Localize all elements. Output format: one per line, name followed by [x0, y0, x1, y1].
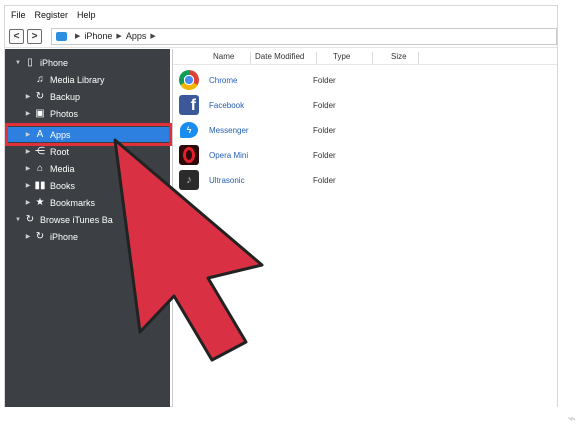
sidebar-item-label: Bookmarks — [50, 197, 96, 208]
opera-icon — [179, 145, 199, 165]
table-row[interactable]: Opera Mini Folder — [179, 144, 336, 166]
row-type: Folder — [313, 75, 336, 85]
logo-watermark: ⌁ — [567, 411, 576, 427]
backup-icon: ↻ — [35, 91, 45, 102]
messenger-icon: ϟ — [179, 120, 199, 140]
sidebar-item-iphone-backup[interactable]: ▶ ↻ iPhone — [23, 229, 78, 244]
facebook-icon: f — [179, 95, 199, 115]
column-date-modified[interactable]: Date Modified — [251, 52, 317, 64]
books-icon: ▮▮ — [34, 180, 46, 191]
menu-register[interactable]: Register — [35, 10, 69, 20]
chevron-right-icon[interactable]: ▶ — [23, 93, 33, 100]
sidebar-item-iphone[interactable]: ▼ ▯ iPhone — [13, 55, 68, 70]
chevron-right-icon: ▶ — [75, 33, 81, 40]
chevron-right-icon[interactable]: ▶ — [23, 148, 33, 155]
root-icon: ⋲ — [35, 146, 45, 157]
row-name: Messenger — [209, 125, 249, 135]
chevron-down-icon[interactable]: ▼ — [13, 60, 23, 66]
column-type[interactable]: Type — [317, 52, 373, 64]
sidebar-item-label: Photos — [50, 108, 79, 119]
app-window: File Register Help < > ▶ iPhone ▶ Apps ▶… — [4, 5, 558, 407]
sidebar-item-label: iPhone — [40, 57, 69, 68]
chevron-right-icon[interactable]: ▶ — [23, 233, 33, 240]
row-name: Chrome — [209, 75, 238, 85]
row-name: Opera Mini — [209, 150, 249, 160]
row-type: Folder — [313, 125, 336, 135]
column-size[interactable]: Size — [373, 52, 419, 64]
sidebar-item-media[interactable]: ▶ ⌂ Media — [23, 161, 75, 176]
sidebar-item-root[interactable]: ▶ ⋲ Root — [23, 144, 69, 159]
photo-icon: ▣ — [35, 108, 45, 119]
menu-help[interactable]: Help — [77, 10, 96, 20]
itunes-icon: ↻ — [25, 214, 35, 225]
chrome-icon — [179, 70, 199, 90]
sidebar-item-label: Books — [50, 180, 76, 191]
sidebar-item-label: Root — [50, 146, 70, 157]
backup-icon: ↻ — [35, 231, 45, 242]
chevron-right-icon[interactable]: ▶ — [23, 182, 33, 189]
address-bar: < > ▶ iPhone ▶ Apps ▶ — [5, 25, 557, 48]
sidebar-item-media-library[interactable]: ♫ Media Library — [23, 72, 105, 87]
row-type: Folder — [313, 150, 336, 160]
row-name: Facebook — [209, 100, 245, 110]
phone-icon: ▯ — [27, 57, 33, 68]
table-row[interactable]: f Facebook Folder — [179, 94, 336, 116]
sidebar-item-label: Backup — [50, 91, 81, 102]
sidebar-item-label: iPhone — [50, 231, 79, 242]
star-icon: ★ — [35, 197, 45, 208]
breadcrumb[interactable]: ▶ iPhone ▶ Apps ▶ — [51, 27, 557, 45]
music-note-icon: ♫ — [36, 74, 44, 85]
menu-file[interactable]: File — [11, 10, 26, 20]
column-name[interactable]: Name — [209, 52, 251, 64]
row-type: Folder — [313, 100, 336, 110]
ultrasonic-icon: ♪ — [179, 170, 199, 190]
table-row[interactable]: ♪ Ultrasonic Folder — [179, 169, 336, 191]
menu-bar: File Register Help — [5, 6, 557, 23]
sidebar-item-books[interactable]: ▶ ▮▮ Books — [23, 178, 75, 193]
forward-button[interactable]: > — [27, 28, 42, 44]
sidebar-item-photos[interactable]: ▶ ▣ Photos — [23, 106, 78, 121]
apps-highlight-box — [5, 123, 172, 146]
row-type: Folder — [313, 175, 336, 185]
chevron-right-icon: ▶ — [116, 33, 122, 40]
media-icon: ⌂ — [36, 163, 44, 174]
chevron-right-icon[interactable]: ▶ — [23, 199, 33, 206]
chevron-right-icon[interactable]: ▶ — [23, 165, 33, 172]
sidebar-item-browse-itunes[interactable]: ▼ ↻ Browse iTunes Ba — [13, 212, 113, 227]
table-row[interactable]: Chrome Folder — [179, 69, 336, 91]
row-name: Ultrasonic — [209, 175, 245, 185]
sidebar: ▼ ▯ iPhone ♫ Media Library ▶ ↻ Backup ▶ … — [5, 49, 170, 407]
chevron-down-icon[interactable]: ▼ — [13, 217, 23, 223]
breadcrumb-apps[interactable]: Apps — [126, 31, 147, 41]
chevron-right-icon: ▶ — [150, 33, 156, 40]
breadcrumb-iphone[interactable]: iPhone — [84, 31, 112, 41]
back-button[interactable]: < — [9, 28, 24, 44]
table-row[interactable]: ϟ Messenger Folder — [179, 119, 336, 141]
sidebar-item-bookmarks[interactable]: ▶ ★ Bookmarks — [23, 195, 95, 210]
column-header: Name Date Modified Type Size — [173, 52, 557, 65]
chevron-right-icon[interactable]: ▶ — [23, 110, 33, 117]
sidebar-item-label: Browse iTunes Ba — [40, 214, 113, 225]
sidebar-item-backup[interactable]: ▶ ↻ Backup — [23, 89, 80, 104]
sidebar-item-label: Media Library — [50, 74, 105, 85]
file-list: Name Date Modified Type Size Chrome Fold… — [172, 49, 557, 407]
device-icon — [56, 31, 67, 41]
sidebar-item-label: Media — [50, 163, 75, 174]
